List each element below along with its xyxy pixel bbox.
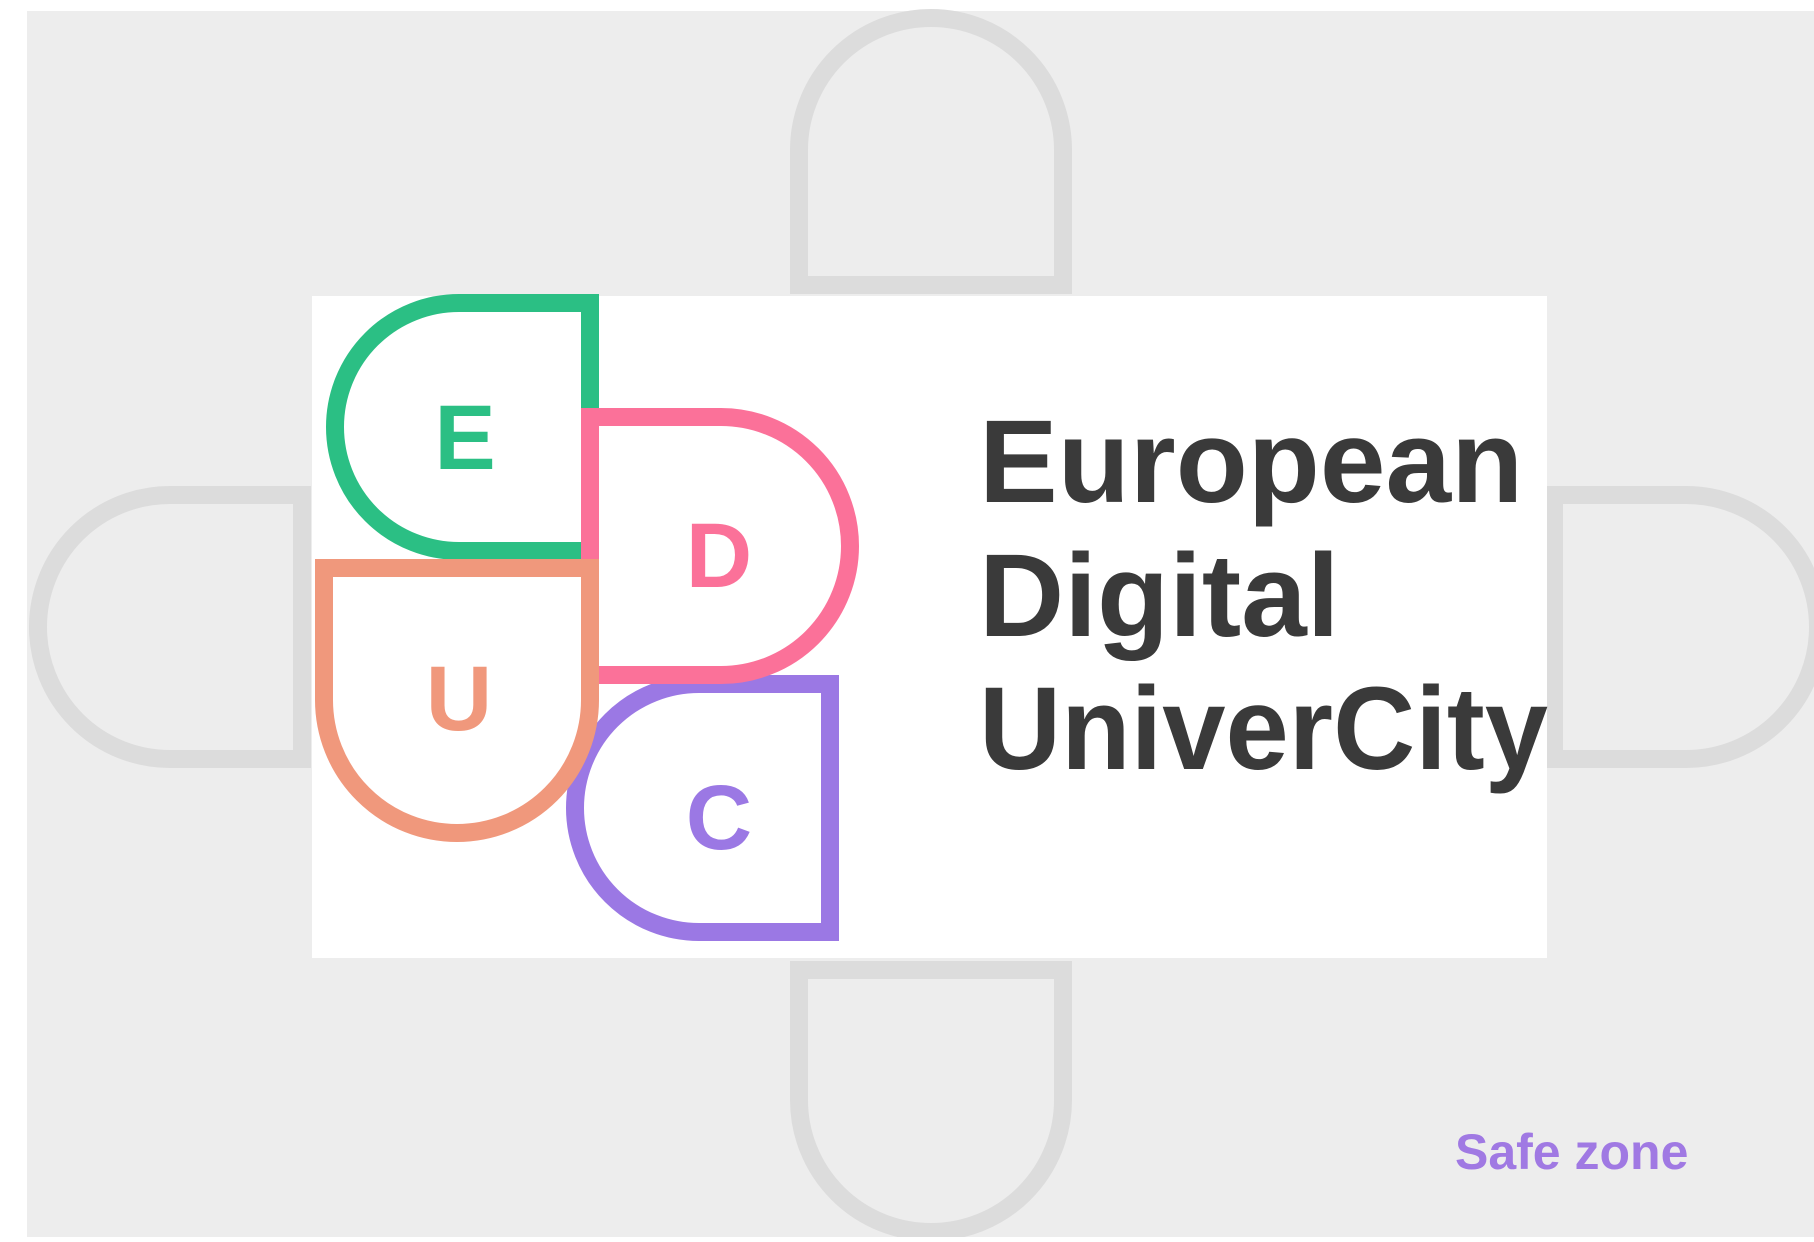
safe-zone-label: Safe zone <box>1455 1124 1688 1180</box>
letter-d: D <box>686 505 752 607</box>
wordmark-line-3: UniverCity <box>979 663 1548 795</box>
safe-zone-diagram: E D U C European Digital UniverCity Safe… <box>0 0 1814 1241</box>
safe-zone-svg: E D U C European Digital UniverCity Safe… <box>27 9 1814 1241</box>
letter-e: E <box>434 387 495 489</box>
wordmark-line-2: Digital <box>979 530 1340 662</box>
letter-u: U <box>426 648 492 750</box>
letter-c: C <box>686 767 752 869</box>
wordmark-line-1: European <box>979 396 1523 528</box>
